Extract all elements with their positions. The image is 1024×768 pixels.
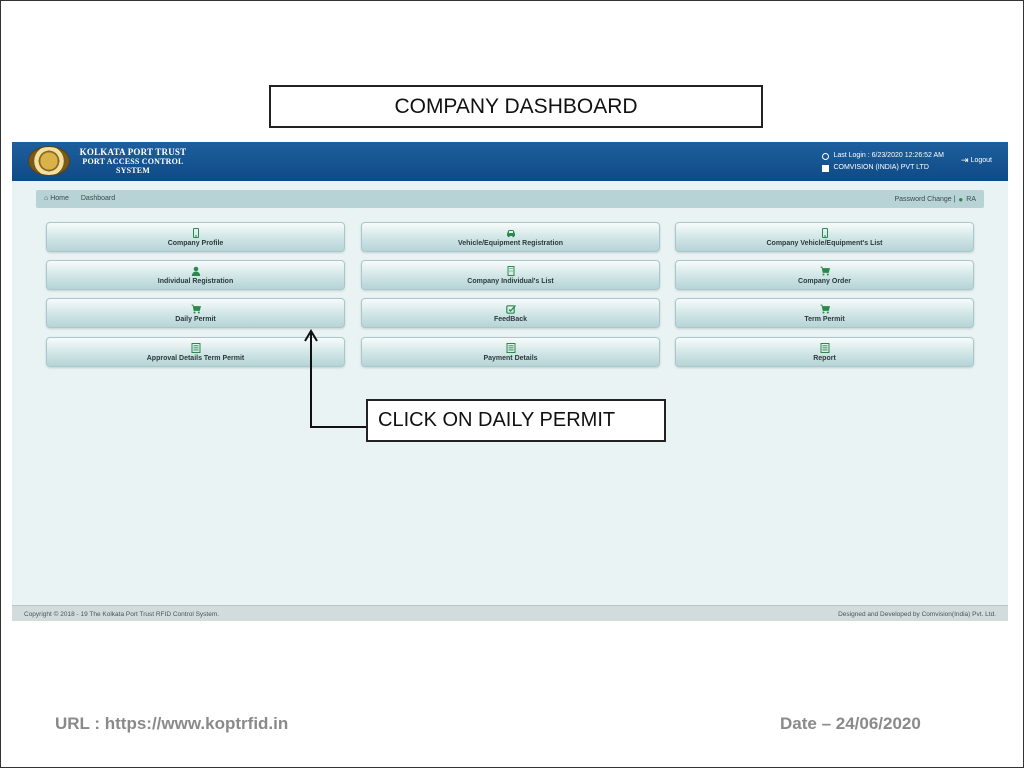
tile-vehicle-equipment-registration[interactable]: Vehicle/Equipment Registration: [361, 222, 660, 252]
list-icon: [506, 342, 516, 353]
tile-feedback[interactable]: FeedBack: [361, 298, 660, 328]
tile-label: Report: [813, 354, 836, 362]
user-icon: [191, 266, 201, 276]
cart-icon: [820, 304, 830, 314]
cart-icon: [820, 266, 830, 276]
tile-daily-permit[interactable]: Daily Permit: [46, 298, 345, 328]
cart-icon: [191, 304, 201, 314]
app-header: KOLKATA PORT TRUST PORT ACCESS CONTROL S…: [12, 142, 1008, 181]
port-trust-logo-icon: [28, 146, 70, 176]
tile-label: Daily Permit: [175, 315, 216, 323]
breadcrumb-home[interactable]: ⌂ Home: [44, 195, 69, 202]
tile-label: Company Order: [798, 277, 851, 285]
user-initials[interactable]: RA: [966, 196, 976, 203]
logo-line-2: PORT ACCESS CONTROL: [82, 157, 184, 166]
breadcrumb-home-label: Home: [50, 195, 69, 202]
copyright-text: Copyright © 2018 - 19 The Kolkata Port T…: [24, 611, 220, 618]
logo-line-1: KOLKATA PORT TRUST: [79, 147, 187, 157]
edit-icon: [505, 304, 516, 314]
app-logo-text: KOLKATA PORT TRUST PORT ACCESS CONTROL S…: [70, 147, 196, 176]
logout-button[interactable]: ⇥ Logout: [961, 155, 992, 165]
list-icon: [191, 342, 201, 353]
developer-credit: Designed and Developed by Comvision(Indi…: [838, 611, 996, 618]
tile-label: Approval Details Term Permit: [146, 354, 245, 362]
slide-date: Date – 24/06/2020: [780, 714, 921, 733]
slide-title: COMPANY DASHBOARD: [269, 85, 763, 128]
breadcrumb: ⌂ Home Dashboard Password Change | ● RA: [36, 190, 984, 208]
slide-url: URL : https://www.koptrfid.in: [55, 714, 289, 733]
tile-individual-registration[interactable]: Individual Registration: [46, 260, 345, 290]
mobile-icon: [820, 227, 830, 238]
breadcrumb-current: Dashboard: [80, 195, 116, 202]
tile-label: Company Vehicle/Equipment's List: [766, 239, 883, 247]
tile-label: Vehicle/Equipment Registration: [457, 239, 564, 247]
mobile-icon: [191, 227, 201, 238]
user-icon: ●: [958, 195, 964, 204]
list-icon: [820, 342, 830, 353]
tile-term-permit[interactable]: Term Permit: [675, 298, 974, 328]
tile-label: Payment Details: [483, 354, 538, 362]
logo-line-3: SYSTEM: [115, 166, 151, 175]
logout-icon: ⇥: [961, 155, 969, 165]
tile-label: Individual Registration: [157, 277, 234, 285]
logout-label: Logout: [970, 156, 992, 164]
building-icon: [822, 164, 830, 172]
tile-label: FeedBack: [493, 315, 528, 323]
tile-company-individual-s-list[interactable]: Company Individual's List: [361, 260, 660, 290]
company-name: COMVISION (INDIA) PVT LTD: [833, 164, 929, 171]
building-icon: [506, 265, 516, 276]
tile-label: Company Profile: [167, 239, 224, 247]
callout-box: CLICK ON DAILY PERMIT: [366, 399, 666, 442]
home-icon: ⌂: [44, 195, 49, 202]
tile-company-order[interactable]: Company Order: [675, 260, 974, 290]
tile-company-vehicle-equipment-s-list[interactable]: Company Vehicle/Equipment's List: [675, 222, 974, 252]
app-footer: Copyright © 2018 - 19 The Kolkata Port T…: [12, 605, 1008, 621]
tile-label: Company Individual's List: [467, 277, 554, 285]
login-info: Last Login : 6/23/2020 12:26:52 AM COMVI…: [822, 150, 944, 174]
car-icon: [506, 228, 516, 238]
tile-label: Term Permit: [804, 315, 845, 323]
tile-report[interactable]: Report: [675, 337, 974, 367]
app-screenshot: KOLKATA PORT TRUST PORT ACCESS CONTROL S…: [12, 142, 1008, 621]
password-change-link[interactable]: Password Change |: [894, 196, 955, 203]
tile-company-profile[interactable]: Company Profile: [46, 222, 345, 252]
last-login-text: Last Login : 6/23/2020 12:26:52 AM: [833, 152, 944, 159]
clock-icon: [822, 152, 830, 160]
tile-approval-details-term-permit[interactable]: Approval Details Term Permit: [46, 337, 345, 367]
tile-payment-details[interactable]: Payment Details: [361, 337, 660, 367]
